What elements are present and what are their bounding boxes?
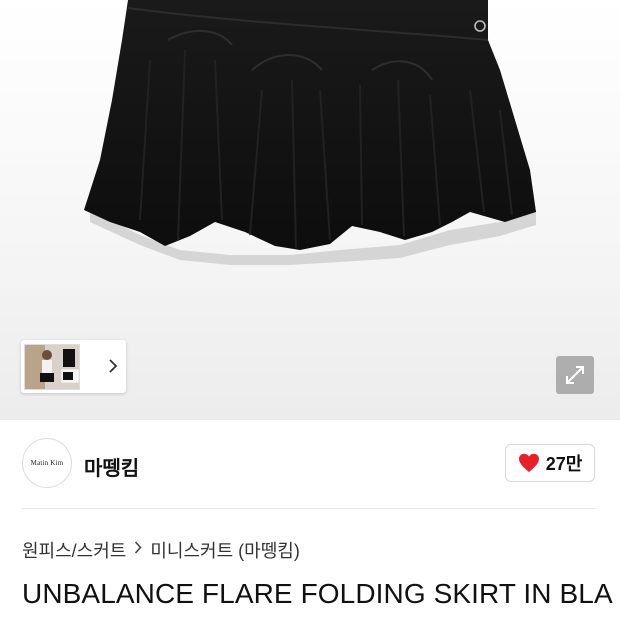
product-image-gallery[interactable] [0,0,620,420]
thumbnail-image[interactable] [24,343,80,390]
divider [22,508,595,509]
breadcrumb: 원피스/스커트 미니스커트 (마뗑킴) [22,537,300,563]
expand-arrows-icon [566,366,584,384]
breadcrumb-subcategory[interactable]: 미니스커트 (마뗑킴) [150,537,299,563]
product-title: UNBALANCE FLARE FOLDING SKIRT IN BLA [22,578,613,609]
brand-logo-text: Matin Kim [30,459,64,467]
brand-name[interactable]: 마뗑킴 [84,452,139,481]
like-button[interactable]: 27만 [505,444,595,482]
breadcrumb-category[interactable]: 원피스/스커트 [22,537,126,563]
like-count: 27만 [545,454,583,474]
thumbnail-strip[interactable] [21,340,126,393]
brand-row: Matin Kim 마뗑킴 27만 [22,438,595,490]
heart-icon [518,453,539,473]
chevron-right-icon[interactable] [108,358,118,376]
brand-logo[interactable]: Matin Kim [22,438,72,488]
expand-image-button[interactable] [556,356,594,394]
chevron-right-icon [134,541,142,559]
